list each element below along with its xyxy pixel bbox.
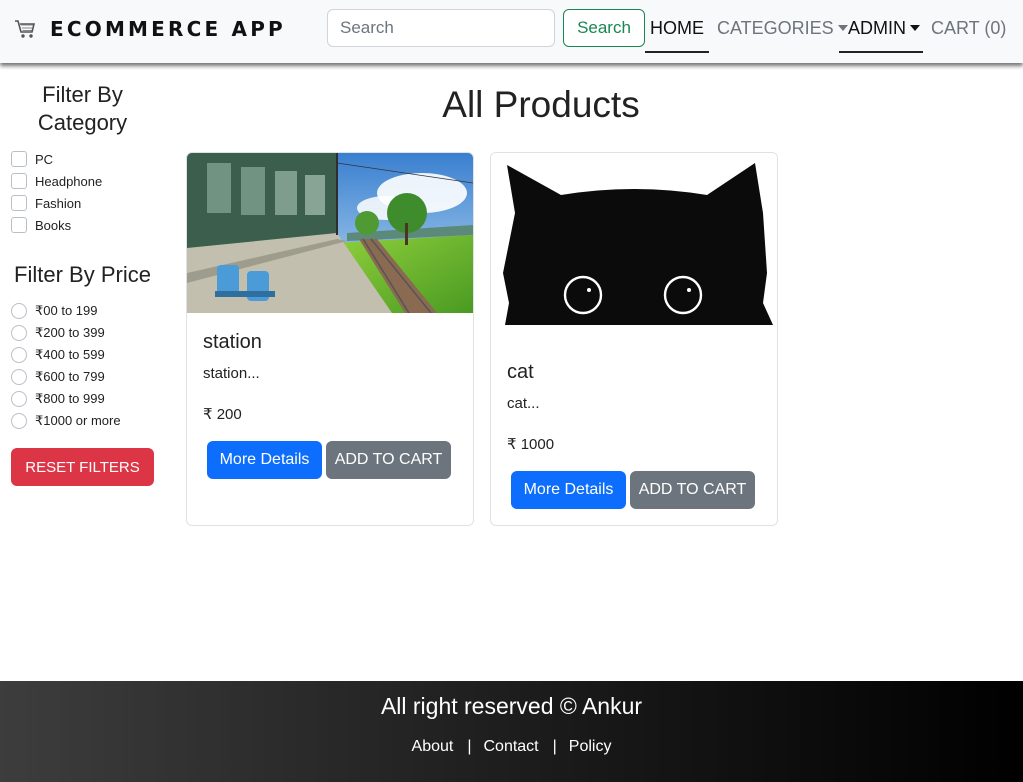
product-image <box>187 153 473 313</box>
category-checkbox-books[interactable]: Books <box>11 217 71 233</box>
add-to-cart-button[interactable]: ADD TO CART <box>326 441 451 479</box>
nav-admin-label: ADMIN <box>848 18 906 38</box>
radio-button[interactable] <box>11 303 27 319</box>
radio-button[interactable] <box>11 325 27 341</box>
price-radio-4[interactable]: ₹800 to 999 <box>11 391 105 407</box>
product-card: cat cat... ₹ 1000 More Details ADD TO CA… <box>490 152 778 526</box>
price-radio-3[interactable]: ₹600 to 799 <box>11 369 105 385</box>
category-label: PC <box>35 151 54 167</box>
nav-home-link[interactable]: HOME <box>645 18 709 53</box>
category-label: Books <box>35 217 72 233</box>
checkbox[interactable] <box>11 217 27 233</box>
nav-categories-dropdown[interactable]: CATEGORIES <box>717 18 848 39</box>
nav-admin-dropdown[interactable]: ADMIN <box>839 18 923 53</box>
price-radio-0[interactable]: ₹00 to 199 <box>11 303 98 319</box>
price-label: ₹00 to 199 <box>35 303 98 318</box>
category-filter-heading: Filter By Category <box>37 82 128 135</box>
page-title: All Products <box>442 84 640 125</box>
nav-cart-link[interactable]: CART (0) <box>931 18 1006 39</box>
caret-down-icon <box>910 24 920 31</box>
footer: All right reserved © Ankur About | Conta… <box>0 681 1023 782</box>
footer-link-about[interactable]: About <box>412 738 454 756</box>
footer-link-policy[interactable]: Policy <box>569 738 612 756</box>
product-card: station station... ₹ 200 More Details AD… <box>186 152 474 526</box>
radio-button[interactable] <box>11 369 27 385</box>
product-description: cat... <box>507 395 540 412</box>
footer-separator: | <box>467 738 472 755</box>
footer-copyright: All right reserved © Ankur <box>380 693 643 719</box>
product-title: station <box>203 331 262 353</box>
add-to-cart-button[interactable]: ADD TO CART <box>630 471 755 509</box>
reset-filters-button[interactable]: RESET FILTERS <box>11 448 154 486</box>
nav-categories-label: CATEGORIES <box>717 18 834 38</box>
product-title: cat <box>507 361 534 383</box>
price-label: ₹1000 or more <box>35 413 121 428</box>
category-label: Headphone <box>35 173 103 189</box>
checkbox[interactable] <box>11 151 27 167</box>
price-filter-heading: Filter By Price <box>14 262 151 287</box>
search-button[interactable]: Search <box>563 9 645 47</box>
category-checkbox-pc[interactable]: PC <box>11 151 53 167</box>
price-label: ₹800 to 999 <box>35 391 105 406</box>
category-checkbox-fashion[interactable]: Fashion <box>11 195 81 211</box>
product-price: ₹ 200 <box>203 406 242 423</box>
price-radio-1[interactable]: ₹200 to 399 <box>11 325 105 341</box>
footer-links: About | Contact | Policy <box>0 738 1023 756</box>
price-label: ₹400 to 599 <box>35 347 105 362</box>
radio-button[interactable] <box>11 413 27 429</box>
product-price: ₹ 1000 <box>507 436 555 453</box>
more-details-button[interactable]: More Details <box>207 441 322 479</box>
navbar: ECOMMERCE APP Search HOME CATEGORIES ADM… <box>0 0 1023 63</box>
footer-link-contact[interactable]: Contact <box>483 738 538 756</box>
checkbox[interactable] <box>11 173 27 189</box>
category-label: Fashion <box>35 195 82 211</box>
price-label: ₹600 to 799 <box>35 369 105 384</box>
price-label: ₹200 to 399 <box>35 325 105 340</box>
radio-button[interactable] <box>11 391 27 407</box>
radio-button[interactable] <box>11 347 27 363</box>
category-checkbox-headphone[interactable]: Headphone <box>11 173 102 189</box>
checkbox[interactable] <box>11 195 27 211</box>
search-input[interactable] <box>327 9 555 47</box>
shopping-cart-icon <box>15 20 36 38</box>
price-radio-2[interactable]: ₹400 to 599 <box>11 347 105 363</box>
more-details-button[interactable]: More Details <box>511 471 626 509</box>
product-description: station... <box>203 365 260 382</box>
footer-separator: | <box>552 738 557 755</box>
product-image <box>491 153 777 343</box>
brand-name: ECOMMERCE APP <box>50 17 286 41</box>
brand-link[interactable]: ECOMMERCE APP <box>14 17 286 41</box>
price-radio-5[interactable]: ₹1000 or more <box>11 413 121 429</box>
